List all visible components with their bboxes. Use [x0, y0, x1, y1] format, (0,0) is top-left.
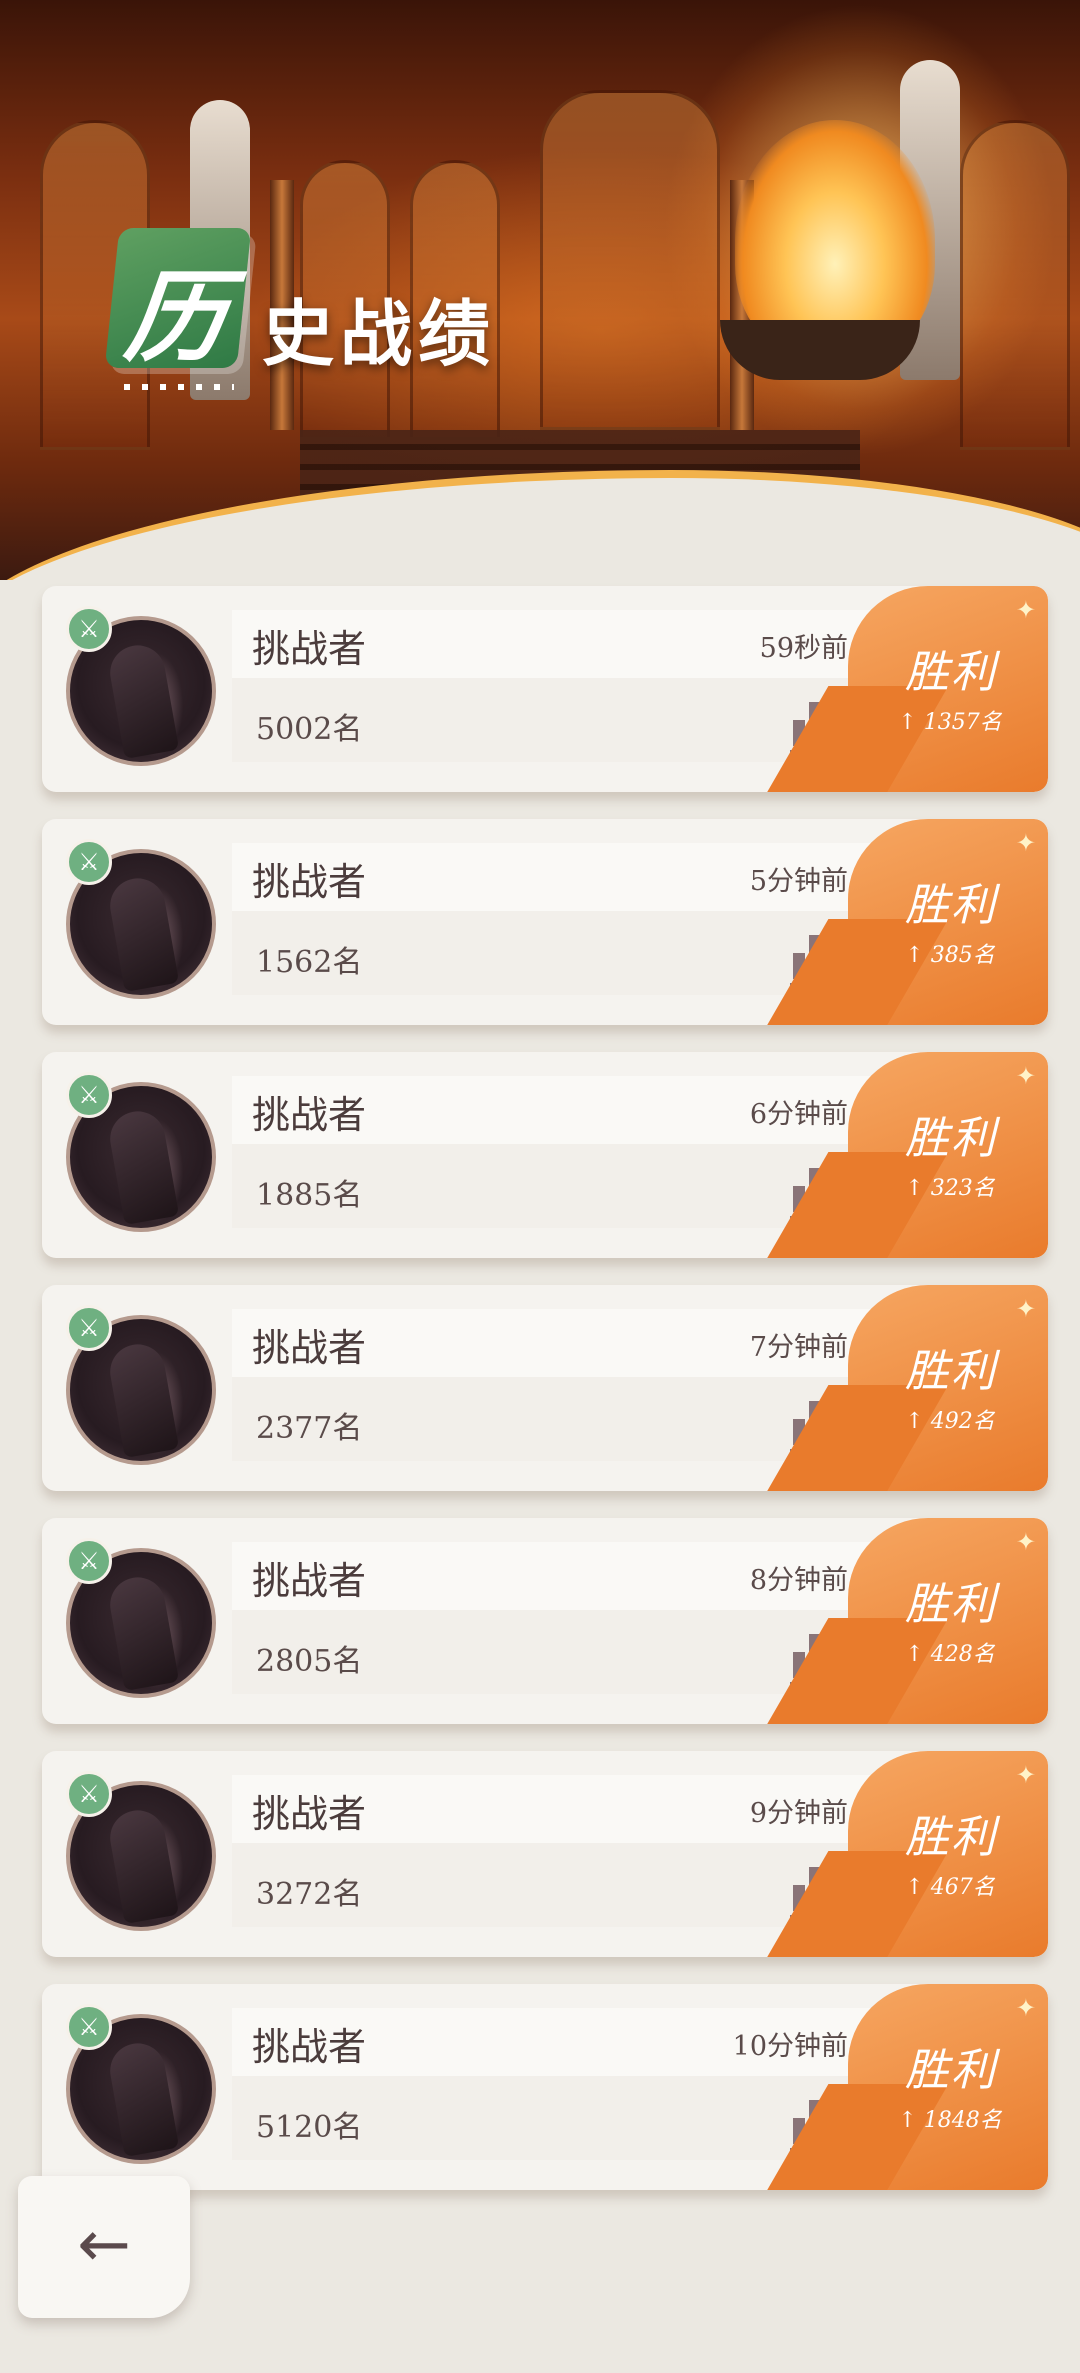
opponent-name: 挑战者 [252, 627, 367, 671]
result-panel: ✦ 胜利 ↑ 385名 [848, 819, 1048, 1025]
opponent-rank: 1562名 [256, 945, 363, 980]
sparkle-icon: ✦ [1015, 1528, 1036, 1556]
rank-change: ↑ 323名 [905, 1176, 995, 1201]
title-badge-char: 历 [119, 258, 233, 376]
result-panel: ✦ 胜利 ↑ 323名 [848, 1052, 1048, 1258]
header-banner: 历 史战绩 [0, 0, 1080, 580]
brazier-bowl [720, 320, 920, 380]
sword-icon: ⚔ [66, 1538, 112, 1584]
result-label: 胜利 [905, 2045, 997, 2096]
battle-record-row[interactable]: ⚔ 挑战者 5120名 10分钟前 ✦ 胜利 ↑ 1848名 [42, 1984, 1048, 2190]
sword-icon: ⚔ [66, 606, 112, 652]
battle-record-row[interactable]: ⚔ 挑战者 1885名 6分钟前 ✦ 胜利 ↑ 323名 [42, 1052, 1048, 1258]
battle-record-row[interactable]: ⚔ 挑战者 2805名 8分钟前 ✦ 胜利 ↑ 428名 [42, 1518, 1048, 1724]
record-time: 8分钟前 [749, 1565, 848, 1596]
opponent-name: 挑战者 [252, 1559, 367, 1603]
result-label: 胜利 [905, 647, 997, 698]
battle-record-list: ⚔ 挑战者 5002名 59秒前 ✦ 胜利 ↑ 1357名 ⚔ 挑战者 1562… [42, 586, 1050, 2217]
sword-icon: ⚔ [66, 1305, 112, 1351]
back-button[interactable]: ← [18, 2176, 190, 2318]
back-arrow-icon: ← [77, 2208, 131, 2282]
record-time: 6分钟前 [749, 1099, 848, 1130]
record-time: 7分钟前 [749, 1332, 848, 1363]
opponent-name: 挑战者 [252, 1326, 367, 1370]
result-panel: ✦ 胜利 ↑ 492名 [848, 1285, 1048, 1491]
sword-icon: ⚔ [66, 1771, 112, 1817]
opponent-name: 挑战者 [252, 2025, 367, 2069]
opponent-rank: 3272名 [256, 1877, 363, 1912]
battle-record-row[interactable]: ⚔ 挑战者 1562名 5分钟前 ✦ 胜利 ↑ 385名 [42, 819, 1048, 1025]
sparkle-icon: ✦ [1015, 829, 1036, 857]
rank-change: ↑ 467名 [905, 1875, 995, 1900]
sword-icon: ⚔ [66, 1072, 112, 1118]
rank-change: ↑ 1357名 [898, 710, 1002, 735]
sword-icon: ⚔ [66, 2004, 112, 2050]
sparkle-icon: ✦ [1015, 1994, 1036, 2022]
result-panel: ✦ 胜利 ↑ 1848名 [848, 1984, 1048, 2190]
opponent-name: 挑战者 [252, 1792, 367, 1836]
sword-icon: ⚔ [66, 839, 112, 885]
opponent-rank: 1885名 [256, 1178, 363, 1213]
opponent-name: 挑战者 [252, 1093, 367, 1137]
sparkle-icon: ✦ [1015, 1295, 1036, 1323]
opponent-rank: 5002名 [256, 712, 363, 747]
result-label: 胜利 [905, 880, 997, 931]
sparkle-icon: ✦ [1015, 596, 1036, 624]
title-badge: 历 [104, 228, 252, 376]
record-time: 59秒前 [759, 633, 848, 664]
record-time: 5分钟前 [749, 866, 848, 897]
header-divider-curve [0, 470, 1080, 580]
rank-change: ↑ 385名 [905, 943, 995, 968]
title-dots [124, 384, 234, 390]
battle-record-row[interactable]: ⚔ 挑战者 2377名 7分钟前 ✦ 胜利 ↑ 492名 [42, 1285, 1048, 1491]
rank-change: ↑ 1848名 [898, 2108, 1002, 2133]
opponent-name: 挑战者 [252, 860, 367, 904]
result-label: 胜利 [905, 1812, 997, 1863]
opponent-rank: 5120名 [256, 2110, 363, 2145]
record-time: 9分钟前 [749, 1798, 848, 1829]
result-panel: ✦ 胜利 ↑ 467名 [848, 1751, 1048, 1957]
background-arch [540, 90, 720, 430]
record-time: 10分钟前 [732, 2031, 848, 2062]
opponent-rank: 2805名 [256, 1644, 363, 1679]
result-panel: ✦ 胜利 ↑ 1357名 [848, 586, 1048, 792]
battle-record-row[interactable]: ⚔ 挑战者 3272名 9分钟前 ✦ 胜利 ↑ 467名 [42, 1751, 1048, 1957]
sparkle-icon: ✦ [1015, 1761, 1036, 1789]
sparkle-icon: ✦ [1015, 1062, 1036, 1090]
opponent-rank: 2377名 [256, 1411, 363, 1446]
rank-change: ↑ 428名 [905, 1642, 995, 1667]
page-title: 史战绩 [262, 291, 497, 376]
result-label: 胜利 [905, 1346, 997, 1397]
battle-record-row[interactable]: ⚔ 挑战者 5002名 59秒前 ✦ 胜利 ↑ 1357名 [42, 586, 1048, 792]
background-arch [960, 120, 1070, 450]
result-panel: ✦ 胜利 ↑ 428名 [848, 1518, 1048, 1724]
result-label: 胜利 [905, 1579, 997, 1630]
result-label: 胜利 [905, 1113, 997, 1164]
rank-change: ↑ 492名 [905, 1409, 995, 1434]
